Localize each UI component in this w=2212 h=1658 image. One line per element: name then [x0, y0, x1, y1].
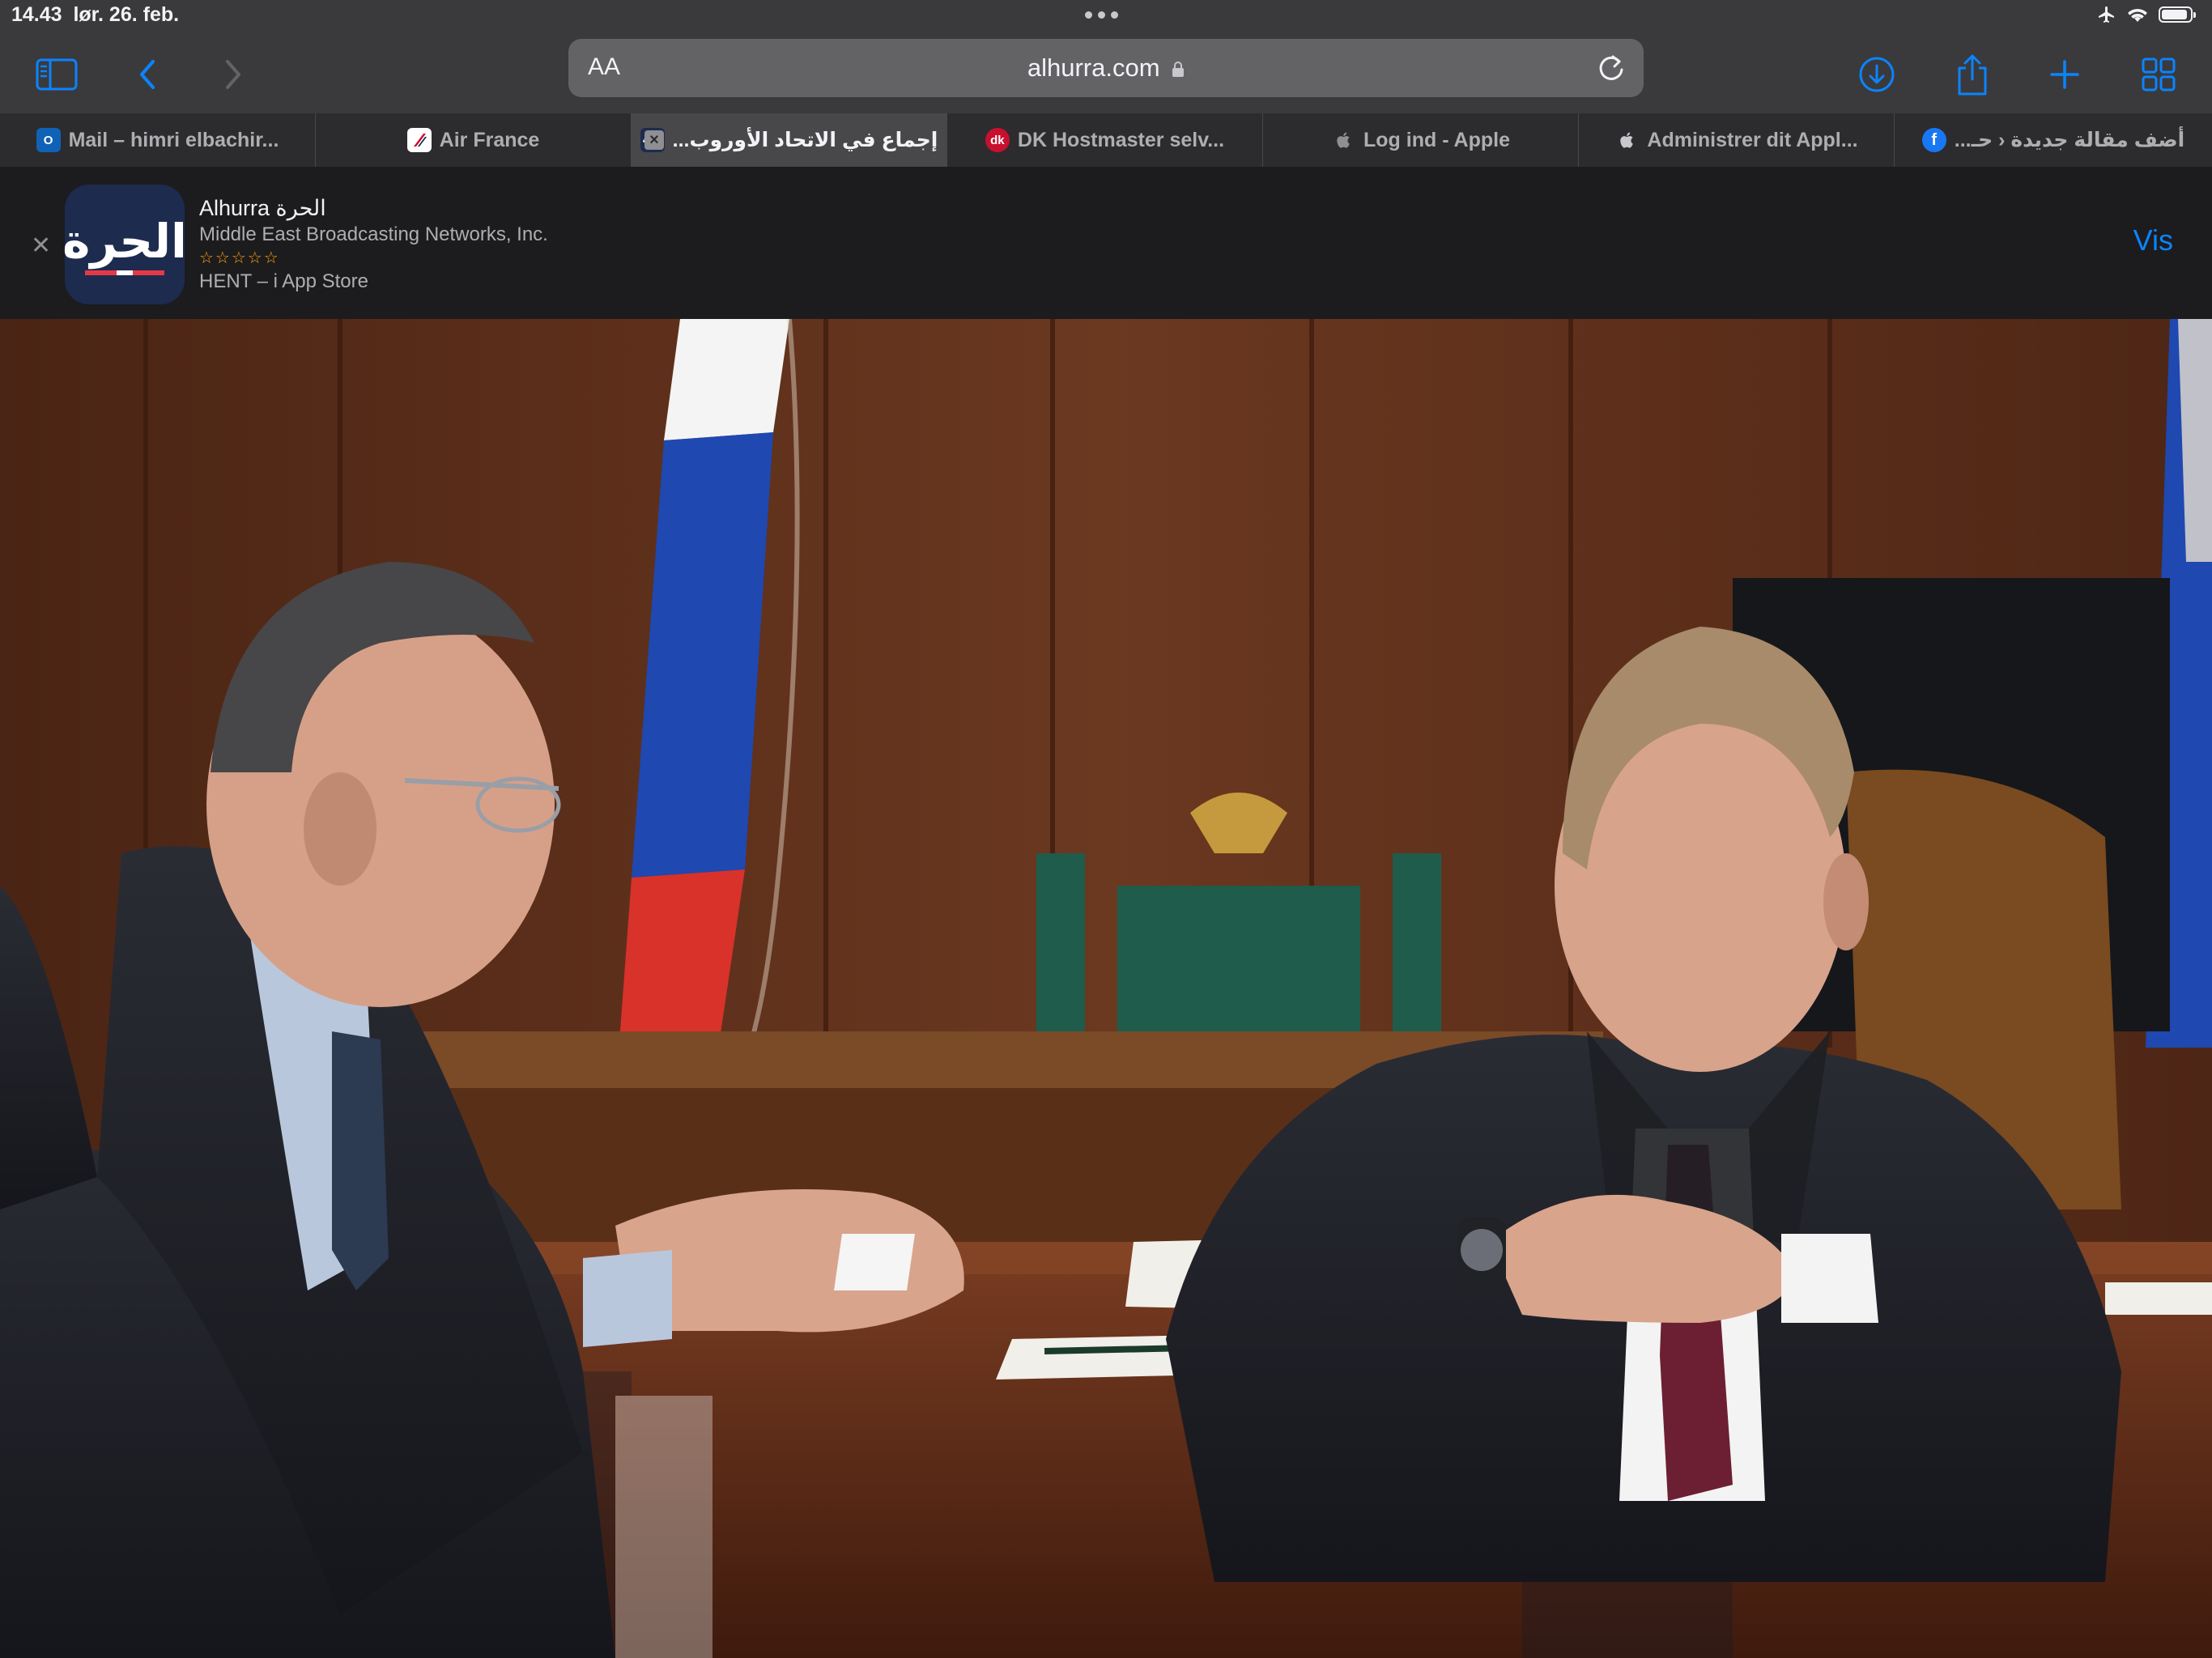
download-icon: [1859, 57, 1895, 92]
tab-bar: O Mail – himri elbachir... Air France × …: [0, 113, 2212, 168]
app-icon[interactable]: الحرة: [62, 185, 187, 304]
url-field[interactable]: alhurra.com: [568, 53, 1644, 83]
tab-label: Log ind - Apple: [1363, 128, 1510, 151]
sidebar-icon: [36, 58, 78, 91]
app-store-text: HENT – i App Store: [199, 270, 368, 292]
status-date: lør. 26. feb.: [73, 3, 180, 26]
new-tab-button[interactable]: [2040, 50, 2089, 99]
airfrance-icon: [406, 128, 432, 152]
status-time: 14.43 lør. 26. feb.: [11, 3, 179, 27]
grid-icon: [2142, 57, 2176, 91]
wifi-icon: [2128, 9, 2147, 22]
reload-button[interactable]: [1593, 50, 1629, 86]
tab-overview-button[interactable]: [2134, 50, 2183, 99]
apple-icon: [1614, 128, 1639, 152]
forward-button[interactable]: [209, 50, 257, 99]
article-photo: [0, 319, 2212, 1658]
sidebar-button[interactable]: [32, 50, 81, 99]
tab-mail[interactable]: O Mail – himri elbachir...: [0, 113, 316, 167]
apple-icon: [1331, 128, 1355, 152]
tab-add-article[interactable]: f أضف مقالة جديدة ‹ حـ...: [1895, 113, 2212, 167]
view-app-button[interactable]: Vis: [2133, 223, 2173, 257]
tab-dk-hostmaster[interactable]: dk DK Hostmaster selv...: [947, 113, 1263, 167]
battery-icon: [2159, 6, 2196, 23]
status-bar: 14.43 lør. 26. feb.: [0, 0, 2212, 36]
plus-icon: [2050, 60, 2079, 89]
outlook-icon: O: [36, 128, 61, 152]
downloads-button[interactable]: [1853, 50, 1901, 99]
tab-alhurra[interactable]: × الحرة إجماع في الاتحاد الأوروب...: [632, 113, 947, 167]
back-button[interactable]: [123, 50, 172, 99]
tab-label: Administrer dit Appl...: [1647, 128, 1858, 151]
tab-label: إجماع في الاتحاد الأوروب...: [672, 129, 938, 151]
photo-illustration: [0, 319, 2212, 1658]
tab-apple-manage[interactable]: Administrer dit Appl...: [1579, 113, 1895, 167]
status-clock: 14.43: [11, 3, 62, 26]
app-developer: Middle East Broadcasting Networks, Inc.: [199, 223, 548, 245]
share-icon: [1958, 54, 1987, 96]
dk-icon: dk: [985, 128, 1010, 152]
share-button[interactable]: [1948, 50, 1997, 99]
close-banner-button[interactable]: ✕: [31, 232, 51, 260]
facebook-icon: f: [1921, 128, 1946, 152]
url-text: alhurra.com: [1027, 53, 1160, 82]
status-icons: [2097, 5, 2196, 24]
tab-label: Mail – himri elbachir...: [68, 128, 279, 151]
smart-app-banner: ✕ الحرة Alhurra الحرة Middle East Broadc…: [0, 167, 2212, 319]
airplane-icon: [2099, 6, 2114, 23]
reload-icon: [1599, 55, 1623, 80]
multitasking-dots[interactable]: [1085, 11, 1118, 19]
app-name: Alhurra الحرة: [199, 196, 326, 220]
tab-apple-login[interactable]: Log ind - Apple: [1263, 113, 1579, 167]
tab-label: DK Hostmaster selv...: [1017, 128, 1225, 151]
browser-toolbar: AA alhurra.com: [0, 36, 2212, 113]
tab-label: Air France: [439, 128, 540, 151]
lock-icon: [1172, 62, 1185, 77]
address-bar[interactable]: AA alhurra.com: [568, 39, 1644, 97]
chevron-right-icon: [226, 60, 240, 89]
app-logo-underline: [85, 270, 164, 275]
chevron-left-icon: [140, 60, 155, 89]
app-logo-text: الحرة: [62, 214, 187, 269]
close-tab-button[interactable]: ×: [644, 130, 664, 150]
tab-air-france[interactable]: Air France: [316, 113, 632, 167]
app-rating-stars: ☆☆☆☆☆: [199, 249, 280, 267]
tab-label: أضف مقالة جديدة ‹ حـ...: [1954, 129, 2185, 151]
